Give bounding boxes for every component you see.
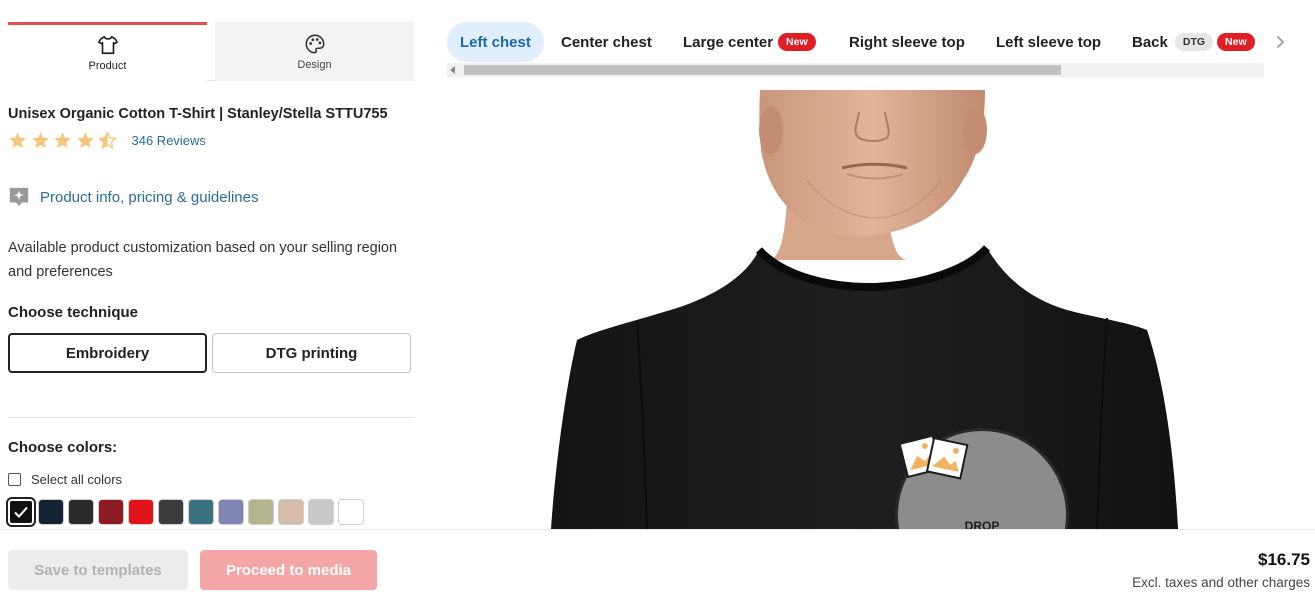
color-swatch[interactable] [158, 499, 184, 525]
scroll-left-arrow-icon[interactable] [450, 66, 455, 74]
technique-heading: Choose technique [8, 304, 139, 321]
divider [8, 417, 415, 418]
color-swatch[interactable] [68, 499, 94, 525]
chevron-right-icon[interactable] [1274, 33, 1288, 51]
tab-product[interactable]: Product [8, 22, 207, 81]
proceed-to-media-button[interactable]: Proceed to media [200, 550, 377, 590]
color-swatch[interactable] [248, 499, 274, 525]
tab-large-center-label: Large center [683, 33, 774, 51]
reviews-link[interactable]: 346 Reviews [132, 133, 206, 148]
sparkle-badge-icon [9, 187, 29, 207]
placement-tabs: Left chest Center chest Large center New… [447, 22, 1267, 62]
scrollbar-thumb[interactable] [464, 65, 1061, 75]
star-icon [31, 132, 49, 149]
select-all-label: Select all colors [31, 472, 123, 487]
star-icon [76, 132, 94, 149]
checkmark-icon [14, 506, 28, 518]
footer-bar: Save to templates Proceed to media $16.7… [0, 529, 1315, 604]
color-swatch[interactable] [38, 499, 64, 525]
tab-center-chest-label: Center chest [561, 33, 652, 51]
palette-icon [305, 34, 324, 53]
tab-right-sleeve-top-label: Right sleeve top [849, 33, 965, 51]
tab-design[interactable]: Design [215, 22, 414, 81]
color-swatches [6, 497, 368, 527]
color-swatch[interactable] [308, 499, 334, 525]
technique-embroidery-button[interactable]: Embroidery [8, 333, 207, 373]
tab-right-sleeve-top[interactable]: Right sleeve top [849, 22, 965, 62]
tab-large-center[interactable]: Large center New [683, 22, 816, 62]
color-swatch[interactable] [6, 497, 36, 527]
color-swatch[interactable] [278, 499, 304, 525]
star-icon [54, 132, 71, 149]
tab-center-chest[interactable]: Center chest [561, 22, 652, 62]
product-info-link[interactable]: Product info, pricing & guidelines [8, 186, 258, 208]
technique-dtg-button[interactable]: DTG printing [212, 333, 411, 373]
rating: 346 Reviews [8, 131, 206, 150]
color-swatch[interactable] [128, 499, 154, 525]
new-badge: New [778, 33, 816, 51]
images-icon [898, 434, 969, 480]
select-all-checkbox[interactable] [8, 473, 21, 486]
select-all-colors[interactable]: Select all colors [8, 472, 122, 487]
color-swatch[interactable] [98, 499, 124, 525]
customization-description: Available product customization based on… [8, 240, 398, 280]
tab-left-chest-label: Left chest [460, 33, 531, 51]
dtg-badge: DTG [1174, 33, 1214, 51]
star-half-icon [98, 131, 117, 149]
tab-product-label: Product [88, 60, 127, 72]
color-swatch[interactable] [218, 499, 244, 525]
tab-left-sleeve-top[interactable]: Left sleeve top [996, 22, 1101, 62]
product-info-link-label: Product info, pricing & guidelines [40, 188, 259, 206]
colors-heading: Choose colors: [8, 439, 118, 456]
tab-back-label: Back [1132, 33, 1168, 51]
panel-tabs: Product Design [8, 22, 415, 81]
tab-left-sleeve-top-label: Left sleeve top [996, 33, 1102, 51]
product-panel: Product Design Unisex Organic Cotton T-S… [0, 0, 420, 529]
drop-zone-label: DROP [964, 519, 1000, 529]
price: $16.75 [1258, 550, 1310, 569]
new-badge: New [1217, 33, 1255, 51]
product-mockup: DROP [447, 90, 1315, 529]
product-title: Unisex Organic Cotton T-Shirt | Stanley/… [8, 106, 388, 122]
model-tshirt-illustration [551, 90, 1178, 529]
star-icon [9, 132, 26, 149]
color-swatch[interactable] [188, 499, 214, 525]
placement-tabs-scrollbar[interactable] [447, 63, 1264, 77]
price-note: Excl. taxes and other charges [1132, 575, 1310, 590]
color-swatch[interactable] [338, 499, 364, 525]
tab-design-label: Design [297, 58, 332, 71]
save-to-templates-button[interactable]: Save to templates [8, 550, 188, 590]
tshirt-icon [97, 35, 118, 55]
tab-back[interactable]: Back DTG New [1132, 22, 1255, 62]
tab-left-chest[interactable]: Left chest [447, 22, 544, 62]
